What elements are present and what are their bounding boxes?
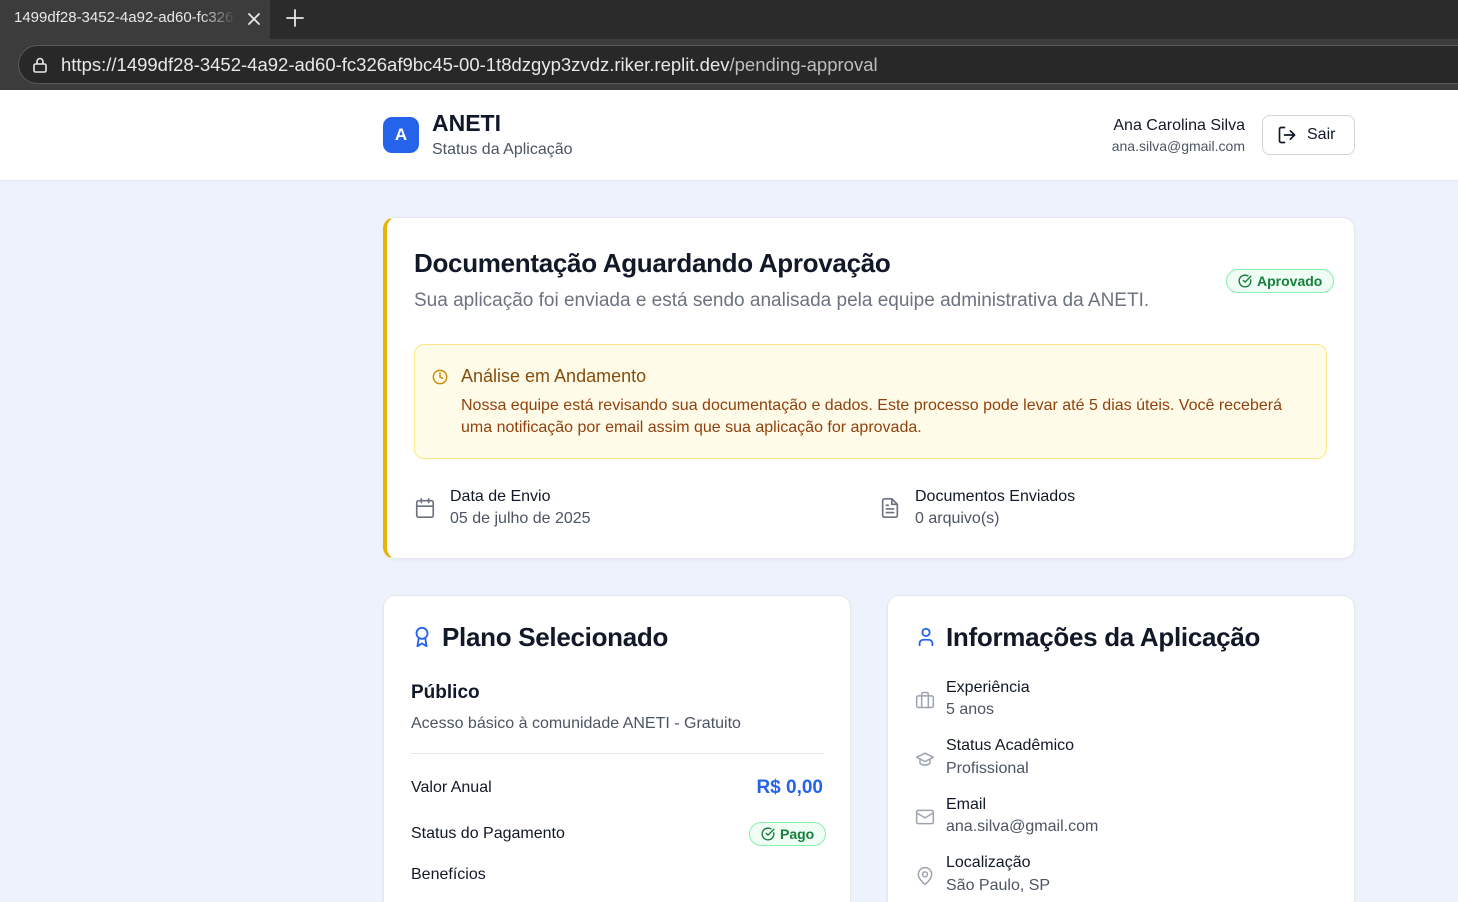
page-subtitle: Status da Aplicação (432, 141, 573, 158)
annual-value-label: Valor Anual (411, 779, 492, 796)
documents-value: 0 arquivo(s) (915, 510, 1000, 527)
selected-plan-card: Plano Selecionado Público Acesso básico … (383, 595, 851, 902)
plan-divider (411, 753, 824, 754)
check-circle-icon (1238, 274, 1252, 288)
document-icon (879, 497, 901, 519)
application-status-card: Documentação Aguardando Aprovação Sua ap… (383, 217, 1355, 559)
mail-icon (915, 807, 935, 827)
browser-address-bar: https://1499df28-3452-4a92-ad60-fc326af9… (0, 39, 1458, 90)
submission-date-value: 05 de julho de 2025 (450, 510, 591, 527)
browser-tab[interactable]: ) 1499df28-3452-4a92-ad60-fc326af9bc45 (0, 0, 270, 39)
check-circle-icon (761, 827, 775, 841)
url-text: https://1499df28-3452-4a92-ad60-fc326af9… (61, 54, 878, 76)
plan-card-title: Plano Selecionado (442, 622, 669, 652)
brand-name: ANETI (432, 110, 501, 136)
documents-label: Documentos Enviados (915, 488, 1076, 505)
plan-description: Acesso básico à comunidade ANETI - Gratu… (411, 715, 741, 732)
payment-status-label: Status do Pagamento (411, 825, 565, 842)
annual-value: R$ 0,00 (756, 777, 823, 798)
browser-tab-bar: ) 1499df28-3452-4a92-ad60-fc326af9bc45 (0, 0, 1458, 39)
graduation-cap-icon (915, 749, 935, 769)
info-card-title: Informações da Aplicação (946, 622, 1261, 652)
academic-status-label: Status Acadêmico (946, 737, 1075, 754)
experience-label: Experiência (946, 679, 1030, 696)
map-pin-icon (915, 866, 935, 886)
briefcase-icon (915, 690, 935, 710)
benefits-label: Benefícios (411, 866, 486, 883)
url-input[interactable]: https://1499df28-3452-4a92-ad60-fc326af9… (18, 45, 1458, 84)
academic-status-value: Profissional (946, 760, 1029, 777)
status-title: Documentação Aguardando Aprovação (414, 248, 891, 278)
alert-title: Análise em Andamento (461, 366, 647, 386)
status-subtitle: Sua aplicação foi enviada e está sendo a… (414, 290, 1150, 311)
review-alert: Análise em Andamento Nossa equipe está r… (414, 344, 1327, 459)
url-host: https://1499df28-3452-4a92-ad60-fc326af9… (61, 54, 730, 75)
payment-status-value: Pago (780, 826, 815, 842)
status-badge-label: Aprovado (1257, 273, 1323, 289)
site-info-icon[interactable] (31, 56, 49, 74)
new-tab-icon[interactable] (284, 7, 306, 29)
logout-label: Sair (1307, 126, 1336, 143)
tab-close-icon[interactable] (244, 9, 264, 29)
user-name: Ana Carolina Silva (1113, 117, 1245, 134)
location-label: Localização (946, 854, 1031, 871)
email-label: Email (946, 796, 987, 813)
submission-date-label: Data de Envio (450, 488, 551, 505)
url-path: /pending-approval (729, 54, 878, 75)
award-icon (411, 626, 433, 648)
experience-value: 5 anos (946, 701, 995, 718)
tab-title: 1499df28-3452-4a92-ad60-fc326af9bc45 (14, 9, 236, 26)
brand-logo: A (383, 117, 419, 153)
calendar-icon (414, 497, 436, 519)
plan-name: Público (411, 682, 480, 703)
user-email: ana.silva@gmail.com (1111, 138, 1245, 154)
email-value: ana.silva@gmail.com (946, 818, 1099, 835)
user-icon (915, 626, 937, 648)
clock-icon (432, 369, 448, 385)
alert-text: Nossa equipe está revisando sua document… (461, 397, 1282, 436)
logout-icon (1278, 126, 1296, 144)
app-header: A ANETI Status da Aplicação Ana Carolina… (0, 90, 1458, 181)
application-info-card: Informações da Aplicação Experiência 5 a… (887, 595, 1355, 902)
logout-button[interactable]: Sair (1262, 115, 1355, 155)
payment-status-badge: Pago (749, 822, 827, 846)
location-value: São Paulo, SP (946, 877, 1051, 894)
status-badge: Aprovado (1226, 269, 1335, 293)
